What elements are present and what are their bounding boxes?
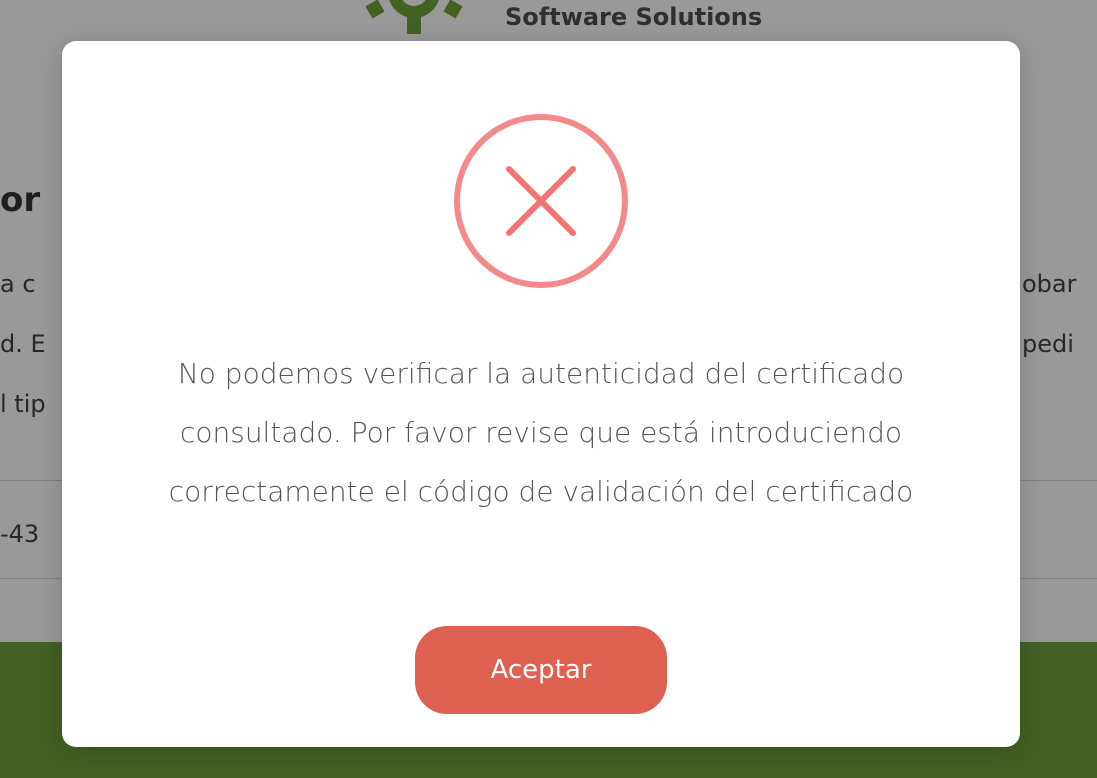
page: Software Solutions or a c d. E l tip oba…: [0, 0, 1097, 778]
error-x-icon: [454, 114, 628, 288]
error-dialog: No podemos verificar la autenticidad del…: [62, 41, 1020, 747]
accept-button[interactable]: Aceptar: [415, 626, 667, 714]
error-message: No podemos verificar la autenticidad del…: [168, 357, 914, 508]
